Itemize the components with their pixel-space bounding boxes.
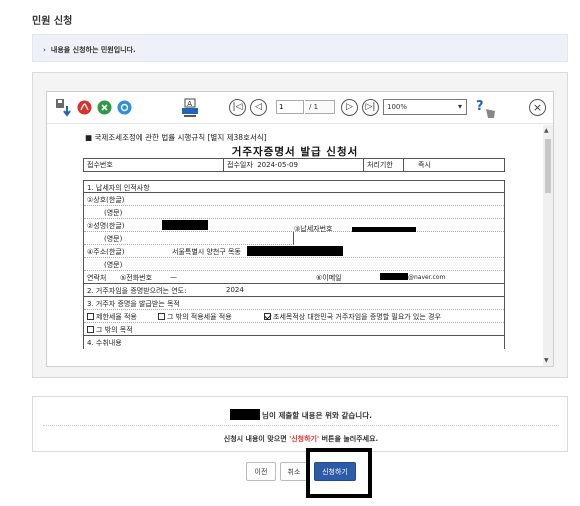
address-en-label: (영문) <box>104 261 123 269</box>
company-name-row: ①상호(한글) <box>84 193 504 206</box>
purpose4-row: 그 밖의 목적 <box>84 323 504 336</box>
processing-period-value: 즉시 <box>403 158 505 172</box>
name-en-row: (영문) <box>84 232 294 245</box>
section4-title: 4. 수취내용 <box>87 339 122 347</box>
company-name-en-row: (영문) <box>84 206 504 219</box>
confirmation-notice: 님이 제출할 내용은 위와 같습니다. 신청시 내용이 맞으면 '신청하기' 버… <box>32 396 568 452</box>
pdf-icon[interactable] <box>77 100 92 115</box>
notice-line2-emphasis: '신청하기' <box>289 435 320 443</box>
document-viewer: A |◁ ◁ / 1 ▷ ▷| 100% ▾ ? × <box>46 91 554 367</box>
page-title: 민원 신청 <box>32 16 73 27</box>
redacted-email <box>380 273 408 280</box>
notice-line2: 신청시 내용이 맞으면 '신청하기' 버튼을 눌러주세요. <box>33 434 569 444</box>
cancel-button[interactable]: 취소 <box>280 462 308 481</box>
next-page-button[interactable]: ▷ <box>341 99 358 116</box>
receipt-date-label: 접수일자 <box>227 161 253 169</box>
first-page-button[interactable]: |◁ <box>229 99 246 116</box>
purpose3-label: 조세목적상 대한민국 거주자임을 증명할 필요가 있는 경우 <box>273 313 441 321</box>
email-label: ⑥이메일 <box>316 274 342 282</box>
address-value: 서울특별시 양천구 목동 <box>172 248 241 256</box>
viewer-toolbar: A |◁ ◁ / 1 ▷ ▷| 100% ▾ ? × <box>47 92 553 124</box>
taxpayer-no-label: ③납세자번호 <box>294 225 333 233</box>
notice-line2-suffix: 버튼을 눌러주세요. <box>321 435 379 443</box>
notice-line2-prefix: 신청시 내용이 맞으면 <box>223 435 287 443</box>
close-viewer-button[interactable]: × <box>529 99 546 116</box>
notice-line1: 님이 제출할 내용은 위와 같습니다. <box>33 409 569 421</box>
info-banner: › 내용을 신청하는 민원입니다. <box>32 34 568 62</box>
redacted-applicant-name <box>230 409 261 420</box>
section2-row: 2. 거주자임을 증명받으려는 연도: 2024 <box>84 284 504 297</box>
phone-value: — <box>170 273 177 281</box>
save-down-icon[interactable] <box>55 98 73 118</box>
help-icon[interactable]: ? <box>475 97 497 119</box>
chevron-down-icon: ▾ <box>457 102 462 111</box>
purpose4-checkbox[interactable] <box>87 326 94 333</box>
highlight-annotation <box>306 448 372 498</box>
receipt-date-value: 2024-05-09 <box>257 161 298 169</box>
section2-title: 2. 거주자임을 증명받으려는 연도: <box>87 287 187 295</box>
excel-icon[interactable] <box>97 100 112 115</box>
svg-text:?: ? <box>476 99 484 114</box>
info-text: 내용을 신청하는 민원입니다. <box>50 46 136 54</box>
notice-line1-text: 님이 제출할 내용은 위와 같습니다. <box>262 411 372 420</box>
receipt-table: 접수번호 접수일자 2024-05-09 처리기한 즉시 <box>83 158 505 172</box>
email-value: @naver.com <box>408 274 446 281</box>
contact-label: 연락처 <box>87 274 107 282</box>
receipt-date-cell: 접수일자 2024-05-09 <box>223 158 364 172</box>
page-total: / 1 <box>305 100 335 114</box>
address-label: ④주소(한글) <box>87 248 125 256</box>
form-title: 거주자증명서 발급 신청서 <box>231 146 359 158</box>
purpose-row: 제한세율 적용 그 밖의 적용세율 적용 조세목적상 대한민국 거주자임을 증명… <box>84 310 504 323</box>
form-header: ■ 국제조세조정에 관한 법률 시행규칙 [별지 제38호서식] <box>85 133 267 142</box>
receipt-no-label: 접수번호 <box>83 158 224 172</box>
processing-period-label: 처리기한 <box>363 158 404 172</box>
purpose3-checkbox[interactable] <box>264 313 271 320</box>
document-viewer-frame: A |◁ ◁ / 1 ▷ ▷| 100% ▾ ? × <box>32 72 568 378</box>
page-number-input[interactable] <box>276 100 304 114</box>
scroll-thumb[interactable] <box>545 139 551 193</box>
last-page-button[interactable]: ▷| <box>362 99 379 116</box>
company-name-label: ①상호(한글) <box>87 196 125 204</box>
hwp-icon[interactable] <box>117 100 132 115</box>
purpose1-checkbox[interactable] <box>87 313 94 320</box>
redacted-name <box>162 220 208 230</box>
svg-text:A: A <box>187 100 192 108</box>
company-name-en-label: (영문) <box>104 209 123 217</box>
notice-divider <box>43 425 559 426</box>
scroll-down-icon[interactable]: ▼ <box>544 357 549 364</box>
print-icon[interactable]: A <box>181 98 199 118</box>
redacted-address <box>247 246 343 256</box>
phone-label: ⑤전화번호 <box>120 274 153 282</box>
address-row: ④주소(한글) 서울특별시 양천구 목동 <box>84 245 504 258</box>
contact-row: 연락처 ⑤전화번호 — ⑥이메일 @naver.com <box>84 271 504 284</box>
scroll-up-icon[interactable]: ▲ <box>544 127 549 134</box>
name-label: ②성명(한글) <box>87 222 125 230</box>
section3-title: 3. 거주자 증명을 발급받는 목적 <box>84 297 504 310</box>
purpose4-label: 그 밖의 목적 <box>96 326 133 334</box>
prev-button[interactable]: 이전 <box>246 462 276 481</box>
document-scrollbar[interactable]: ▲ ▼ <box>543 125 553 366</box>
section1-title: 1. 납세자의 인적사항 <box>84 180 504 193</box>
purpose2-label: 그 밖의 적용세율 적용 <box>167 313 232 321</box>
zoom-value: 100% <box>387 103 408 111</box>
document-page: ■ 국제조세조정에 관한 법률 시행규칙 [별지 제38호서식] 거주자증명서 … <box>47 124 543 366</box>
name-en-label: (영문) <box>104 235 123 243</box>
address-en-row: (영문) <box>84 258 504 271</box>
prev-page-button[interactable]: ◁ <box>250 99 267 116</box>
applicant-section: 1. 납세자의 인적사항 ①상호(한글) (영문) ②성명(한글) ③납세자번호… <box>83 180 505 349</box>
name-row: ②성명(한글) ③납세자번호 <box>84 219 504 233</box>
purpose1-label: 제한세율 적용 <box>96 313 137 321</box>
bullet-icon: › <box>43 46 46 54</box>
zoom-select[interactable]: 100% ▾ <box>383 99 467 115</box>
section2-value: 2024 <box>226 286 244 294</box>
purpose2-checkbox[interactable] <box>158 313 165 320</box>
redacted-taxpayer-no <box>352 227 416 232</box>
